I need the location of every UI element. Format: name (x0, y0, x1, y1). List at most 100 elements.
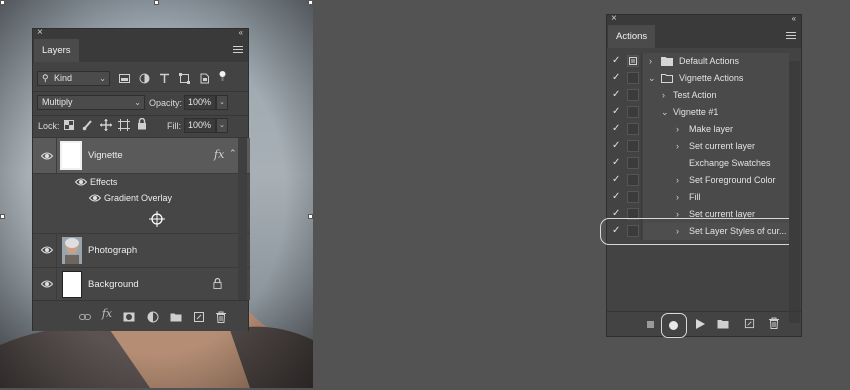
new-adjustment-layer-icon[interactable] (147, 311, 159, 323)
fx-badge[interactable]: fx (214, 148, 224, 161)
tab-layers[interactable]: Layers (34, 39, 79, 62)
dialog-toggle-icon[interactable] (627, 157, 639, 169)
check-icon[interactable]: ✓ (612, 158, 622, 168)
link-layers-icon[interactable] (79, 311, 91, 323)
actions-scrollbar[interactable] (789, 61, 800, 323)
fill-field[interactable]: 100% (184, 118, 216, 133)
lock-transparent-pixels-icon[interactable] (64, 120, 74, 130)
check-icon[interactable]: ✓ (612, 175, 622, 185)
expand-icon[interactable]: › (676, 121, 679, 138)
fill-dropdown-button[interactable]: ⌄ (216, 118, 228, 133)
layer-row-vignette[interactable]: Vignette fx ⌃ (33, 138, 250, 173)
expand-icon[interactable]: › (649, 53, 652, 70)
expand-icon[interactable]: › (676, 189, 679, 206)
search-icon: ⚲ (42, 73, 49, 83)
dialog-toggle-icon[interactable] (627, 140, 639, 152)
blend-mode-dropdown[interactable]: Multiply ⌄ (37, 95, 145, 110)
action-test-action[interactable]: ✓ › Test Action (607, 87, 801, 104)
close-icon[interactable]: × (37, 27, 43, 39)
type-filter-icon[interactable] (159, 73, 170, 84)
dialog-toggle-icon[interactable] (627, 191, 639, 203)
layer-row-photograph[interactable]: Photograph (33, 234, 250, 267)
expand-icon[interactable]: › (676, 172, 679, 189)
close-icon[interactable]: × (611, 13, 617, 25)
dialog-toggle-icon[interactable] (627, 55, 639, 67)
check-icon[interactable]: ✓ (612, 56, 622, 66)
trash-icon[interactable] (215, 311, 227, 323)
new-layer-icon[interactable] (193, 311, 205, 323)
stop-icon[interactable] (647, 321, 654, 328)
layer-effects-row[interactable]: Effects (33, 174, 250, 190)
smart-object-filter-icon[interactable] (199, 73, 210, 84)
eye-icon[interactable] (41, 246, 53, 254)
action-step-set-current-layer[interactable]: ✓ › Set current layer (607, 138, 801, 155)
play-icon[interactable] (696, 319, 705, 329)
panel-menu-icon[interactable] (233, 46, 243, 54)
lock-position-icon[interactable] (100, 119, 112, 131)
trash-icon[interactable] (768, 317, 780, 329)
record-icon (669, 321, 678, 330)
check-icon[interactable]: ✓ (612, 192, 622, 202)
adjustment-filter-icon[interactable] (139, 73, 150, 84)
record-button[interactable] (661, 313, 687, 338)
action-step-exchange-swatches[interactable]: ✓ Exchange Swatches (607, 155, 801, 172)
add-layer-style-icon[interactable]: fx (101, 308, 113, 320)
new-action-icon[interactable] (744, 318, 755, 329)
expand-icon[interactable]: › (676, 138, 679, 155)
background-thumbnail (62, 271, 82, 298)
action-label: Set current layer (689, 141, 756, 151)
pixel-filter-icon[interactable] (119, 73, 130, 84)
opacity-field[interactable]: 100% (184, 95, 216, 110)
panel-menu-icon[interactable] (786, 32, 796, 40)
action-set-default-actions[interactable]: ✓ › Default Actions (607, 53, 801, 70)
tab-bar: Actions (607, 25, 801, 48)
check-icon[interactable]: ✓ (612, 73, 622, 83)
lock-image-pixels-icon[interactable] (82, 119, 94, 131)
add-mask-icon[interactable] (123, 311, 135, 323)
action-vignette-1[interactable]: ✓ ⌄ Vignette #1 (607, 104, 801, 121)
opacity-dropdown-button[interactable]: ⌄ (216, 95, 228, 110)
action-step-fill[interactable]: ✓ › Fill (607, 189, 801, 206)
eye-icon[interactable] (41, 280, 53, 288)
opacity-label: Opacity: (149, 98, 183, 108)
layer-row-background[interactable]: Background (33, 268, 250, 301)
lock-artboard-icon[interactable] (118, 119, 130, 131)
dialog-toggle-icon[interactable] (627, 89, 639, 101)
collapse-icon[interactable]: ‹‹ (239, 27, 243, 39)
transform-handle[interactable] (0, 0, 5, 5)
expand-icon[interactable]: › (662, 87, 665, 104)
collapse-effects-icon[interactable]: ⌃ (229, 148, 237, 159)
filter-toggle-icon[interactable] (217, 70, 228, 81)
action-step-make-layer[interactable]: ✓ › Make layer (607, 121, 801, 138)
transform-handle[interactable] (308, 0, 313, 5)
transform-handle[interactable] (308, 214, 313, 219)
dialog-toggle-icon[interactable] (627, 123, 639, 135)
collapse-icon[interactable]: ⌄ (661, 104, 669, 121)
dialog-toggle-icon[interactable] (627, 72, 639, 84)
collapse-icon[interactable]: ‹‹ (792, 13, 796, 25)
check-icon[interactable]: ✓ (612, 141, 622, 151)
action-step-set-foreground-color[interactable]: ✓ › Set Foreground Color (607, 172, 801, 189)
reference-point-icon[interactable] (149, 211, 165, 227)
transform-handle[interactable] (154, 0, 159, 5)
transform-handle[interactable] (0, 214, 5, 219)
eye-icon[interactable] (89, 194, 101, 202)
new-set-folder-icon[interactable] (717, 319, 729, 329)
eye-icon[interactable] (41, 152, 53, 160)
check-icon[interactable]: ✓ (612, 90, 622, 100)
shape-filter-icon[interactable] (179, 73, 190, 84)
eye-icon[interactable] (75, 178, 87, 186)
lock-all-icon[interactable] (137, 118, 147, 130)
gradient-overlay-effect-row[interactable]: Gradient Overlay (33, 190, 250, 206)
action-set-vignette-actions[interactable]: ✓ ⌄ Vignette Actions (607, 70, 801, 87)
collapse-icon[interactable]: ⌄ (648, 70, 656, 87)
check-icon[interactable]: ✓ (612, 124, 622, 134)
new-group-icon[interactable] (170, 311, 182, 323)
layers-scrollbar[interactable] (238, 138, 247, 300)
dialog-toggle-icon[interactable] (627, 106, 639, 118)
filter-kind-dropdown[interactable]: ⚲ Kind ⌄ (37, 71, 110, 86)
check-icon[interactable]: ✓ (612, 107, 622, 117)
dialog-toggle-icon[interactable] (627, 174, 639, 186)
tab-actions[interactable]: Actions (608, 25, 656, 48)
effect-name: Gradient Overlay (104, 193, 173, 203)
